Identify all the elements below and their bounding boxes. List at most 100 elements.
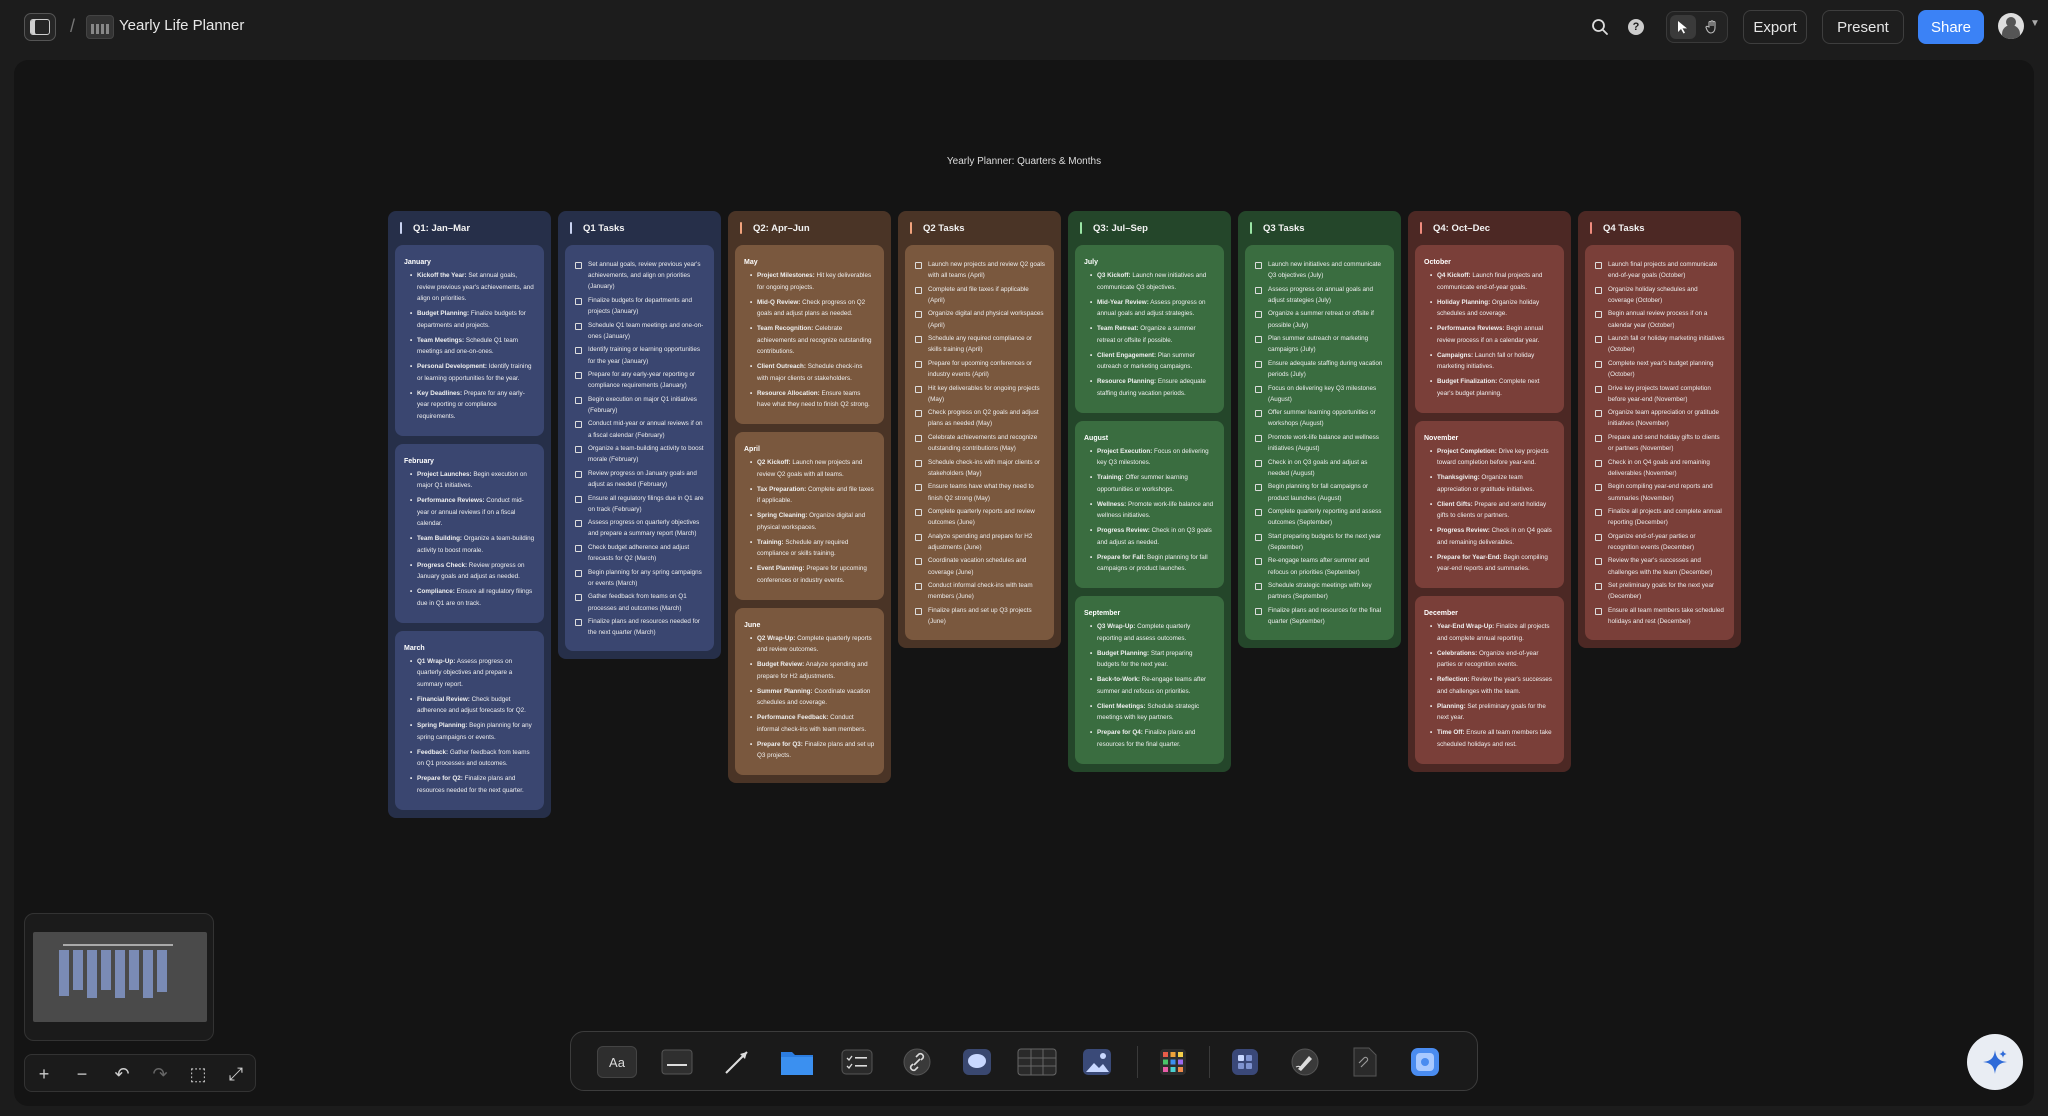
user-avatar[interactable] [1998,13,2024,39]
task-item[interactable]: Prepare and send holiday gifts to client… [1595,432,1725,454]
task-card[interactable]: Launch new initiatives and communicate Q… [1245,245,1394,640]
planner-column[interactable]: Q2 Tasks Launch new projects and review Q… [898,211,1061,648]
text-tool-button[interactable]: Aa [597,1046,637,1078]
checklist-button[interactable] [837,1046,877,1078]
month-card[interactable]: November Project Completion: Drive key pr… [1415,420,1564,588]
task-item[interactable]: Schedule any required compliance or skil… [915,333,1045,355]
task-item[interactable]: Check progress on Q2 goals and adjust pl… [915,407,1045,429]
task-item[interactable]: Check budget adherence and adjust foreca… [575,542,705,564]
export-button[interactable]: Export [1743,10,1807,44]
planner-column[interactable]: Q4 Tasks Launch final projects and commun… [1578,211,1741,648]
task-item[interactable]: Set preliminary goals for the next year … [1595,580,1725,602]
task-item[interactable]: Ensure all team members take scheduled h… [1595,605,1725,627]
task-item[interactable]: Organize team appreciation or gratitude … [1595,407,1725,429]
planner-column[interactable]: Q3 Tasks Launch new initiatives and commu… [1238,211,1401,648]
task-item[interactable]: Organize a summer retreat or offsite if … [1255,308,1385,330]
task-item[interactable]: Ensure all regulatory filings due in Q1 … [575,493,705,515]
minimap-viewport[interactable] [33,932,207,1022]
pointer-tool-button[interactable] [1670,15,1696,39]
month-card[interactable]: September Q3 Wrap-Up: Complete quarterly … [1075,596,1224,764]
folder-button[interactable] [777,1046,817,1078]
task-item[interactable]: Prepare for upcoming conferences or indu… [915,358,1045,380]
task-item[interactable]: Prepare for any early-year reporting or … [575,369,705,391]
redo-button[interactable]: ↷ [147,1061,173,1087]
task-item[interactable]: Start preparing budgets for the next yea… [1255,531,1385,553]
board-title[interactable]: Yearly Life Planner [119,17,244,34]
task-item[interactable]: Assess progress on annual goals and adju… [1255,284,1385,306]
chevron-down-icon[interactable]: ▼ [2030,18,2040,29]
sidebar-toggle-button[interactable] [24,13,56,41]
task-item[interactable]: Begin annual review process if on a cale… [1595,308,1725,330]
task-item[interactable]: Coordinate vacation schedules and covera… [915,555,1045,577]
task-item[interactable]: Identify training or learning opportunit… [575,344,705,366]
file-button[interactable] [1345,1046,1385,1078]
share-button[interactable]: Share [1918,10,1984,44]
task-item[interactable]: Finalize plans and resources for the fin… [1255,605,1385,627]
task-item[interactable]: Celebrate achievements and recognize out… [915,432,1045,454]
task-item[interactable]: Hit key deliverables for ongoing project… [915,383,1045,405]
ai-assistant-button[interactable] [1967,1034,2023,1090]
present-button[interactable]: Present [1822,10,1904,44]
task-item[interactable]: Organize end-of-year parties or recognit… [1595,531,1725,553]
task-item[interactable]: Review the year's successes and challeng… [1595,555,1725,577]
task-item[interactable]: Assess progress on quarterly objectives … [575,517,705,539]
task-item[interactable]: Complete quarterly reports and review ou… [915,506,1045,528]
task-item[interactable]: Begin planning for fall campaigns or pro… [1255,481,1385,503]
task-item[interactable]: Promote work-life balance and wellness i… [1255,432,1385,454]
task-item[interactable]: Organize holiday schedules and coverage … [1595,284,1725,306]
table-button[interactable] [1017,1046,1057,1078]
fullscreen-button[interactable]: ⤢ [223,1061,249,1087]
task-item[interactable]: Launch new projects and review Q2 goals … [915,259,1045,281]
task-item[interactable]: Review progress on January goals and adj… [575,468,705,490]
task-item[interactable]: Conduct mid-year or annual reviews if on… [575,418,705,440]
month-card[interactable]: October Q4 Kickoff: Launch final projects… [1415,245,1564,413]
task-item[interactable]: Focus on delivering key Q3 milestones (A… [1255,383,1385,405]
month-card[interactable]: July Q3 Kickoff: Launch new initiatives a… [1075,245,1224,413]
task-item[interactable]: Schedule Q1 team meetings and one-on-one… [575,320,705,342]
zoom-in-button[interactable]: + [31,1061,57,1087]
task-item[interactable]: Check in on Q4 goals and remaining deliv… [1595,457,1725,479]
month-card[interactable]: December Year-End Wrap-Up: Finalize all p… [1415,596,1564,764]
arrow-tool-button[interactable] [717,1046,757,1078]
task-item[interactable]: Schedule check-ins with major clients or… [915,457,1045,479]
task-item[interactable]: Organize a team-building activity to boo… [575,443,705,465]
task-item[interactable]: Check in on Q3 goals and adjust as neede… [1255,457,1385,479]
task-item[interactable]: Set annual goals, review previous year's… [575,259,705,293]
task-item[interactable]: Begin planning for any spring campaigns … [575,567,705,589]
board-thumbnail[interactable] [86,15,114,39]
task-item[interactable]: Plan summer outreach or marketing campai… [1255,333,1385,355]
task-item[interactable]: Finalize plans and set up Q3 projects (J… [915,605,1045,627]
help-button[interactable]: ? [1624,15,1648,39]
search-button[interactable] [1588,15,1612,39]
planner-column[interactable]: Q1 Tasks Set annual goals, review previou… [558,211,721,659]
minimap[interactable] [24,913,214,1041]
planner-column[interactable]: Q3: Jul–Sep July Q3 Kickoff: Launch new in… [1068,211,1231,772]
task-item[interactable]: Analyze spending and prepare for H2 adju… [915,531,1045,553]
task-item[interactable]: Drive key projects toward completion bef… [1595,383,1725,405]
month-card[interactable]: May Project Milestones: Hit key deliverab… [735,245,884,424]
planner-column[interactable]: Q1: Jan–Mar January Kickoff the Year: Set … [388,211,551,818]
task-item[interactable]: Ensure adequate staffing during vacation… [1255,358,1385,380]
month-card[interactable]: June Q2 Wrap-Up: Complete quarterly repor… [735,607,884,775]
task-item[interactable]: Finalize all projects and complete annua… [1595,506,1725,528]
task-card[interactable]: Set annual goals, review previous year's… [565,245,714,651]
whiteboard-canvas[interactable]: Yearly Planner: Quarters & Months Q1: Ja… [14,60,2034,1106]
month-card[interactable]: August Project Execution: Focus on delive… [1075,420,1224,588]
ai-tool-button[interactable] [1405,1046,1445,1078]
task-item[interactable]: Complete next year's budget planning (Oc… [1595,358,1725,380]
hand-tool-button[interactable] [1699,15,1725,39]
task-item[interactable]: Ensure teams have what they need to fini… [915,481,1045,503]
link-button[interactable] [897,1046,937,1078]
comment-button[interactable] [957,1046,997,1078]
month-card[interactable]: February Project Launches: Begin executio… [395,443,544,623]
task-item[interactable]: Begin execution on major Q1 initiatives … [575,394,705,416]
task-item[interactable]: Conduct informal check-ins with team mem… [915,580,1045,602]
task-item[interactable]: Gather feedback from teams on Q1 process… [575,591,705,613]
task-item[interactable]: Organize digital and physical workspaces… [915,308,1045,330]
month-card[interactable]: January Kickoff the Year: Set annual goal… [395,245,544,436]
month-card[interactable]: April Q2 Kickoff: Launch new projects and… [735,432,884,600]
apps-button[interactable] [1153,1046,1193,1078]
task-item[interactable]: Schedule strategic meetings with key par… [1255,580,1385,602]
zoom-out-button[interactable]: − [69,1061,95,1087]
fit-to-screen-button[interactable]: ⬚ [185,1061,211,1087]
